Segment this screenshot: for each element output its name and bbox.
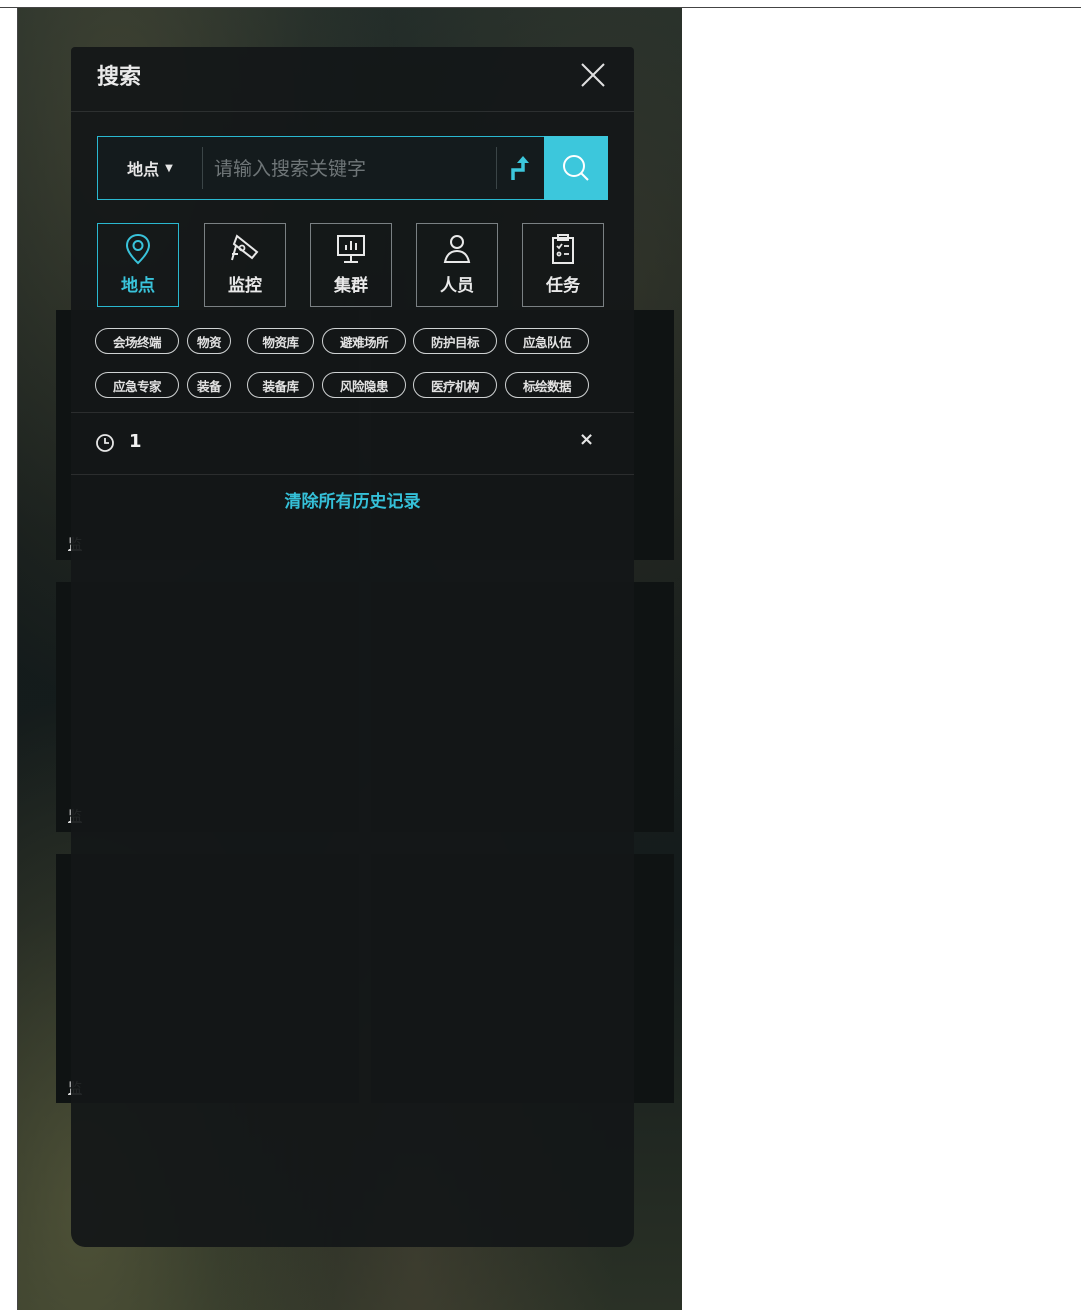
tag-equipment-depot[interactable]: 装备库 bbox=[247, 372, 314, 398]
camera-icon bbox=[231, 234, 259, 261]
history-item-text[interactable]: 1 bbox=[129, 431, 142, 452]
tag-plot-data[interactable]: 标绘数据 bbox=[505, 372, 589, 398]
search-type-label: 地点 bbox=[127, 160, 160, 179]
category-label: 集群 bbox=[334, 276, 368, 296]
close-icon bbox=[581, 63, 605, 87]
tag-emergency-expert[interactable]: 应急专家 bbox=[95, 372, 179, 398]
search-input[interactable] bbox=[212, 147, 496, 191]
tag-emergency-team[interactable]: 应急队伍 bbox=[505, 328, 589, 354]
category-label: 地点 bbox=[121, 276, 155, 296]
monitor-chart-icon bbox=[337, 235, 365, 263]
search-divider bbox=[202, 147, 203, 189]
tag-supplies[interactable]: 物资 bbox=[187, 328, 231, 354]
section-divider bbox=[71, 474, 634, 475]
tag-shelter[interactable]: 避难场所 bbox=[322, 328, 406, 354]
person-icon bbox=[443, 235, 471, 263]
delete-history-icon[interactable]: × bbox=[579, 429, 594, 450]
category-camera[interactable]: 监控 bbox=[204, 223, 286, 307]
header-divider bbox=[71, 111, 634, 112]
category-cluster[interactable]: 集群 bbox=[310, 223, 392, 307]
category-location[interactable]: 地点 bbox=[97, 223, 179, 307]
tag-equipment[interactable]: 装备 bbox=[187, 372, 231, 398]
category-person[interactable]: 人员 bbox=[416, 223, 498, 307]
search-button[interactable] bbox=[544, 136, 608, 200]
clear-history-link[interactable]: 清除所有历史记录 bbox=[71, 487, 634, 512]
close-button[interactable] bbox=[579, 61, 607, 89]
search-divider bbox=[496, 147, 497, 189]
tag-protection-target[interactable]: 防护目标 bbox=[413, 328, 497, 354]
search-panel: 搜索 地点 ▼ 请输入搜索关键字 地点 监控 集群 人员 任务 会场终端 物资 … bbox=[71, 47, 634, 1247]
clipboard-icon bbox=[552, 234, 574, 264]
tag-risk-hazard[interactable]: 风险隐患 bbox=[322, 372, 406, 398]
tag-supply-depot[interactable]: 物资库 bbox=[247, 328, 314, 354]
tag-meeting-terminal[interactable]: 会场终端 bbox=[95, 328, 179, 354]
search-type-dropdown[interactable]: 地点 ▼ bbox=[98, 137, 202, 199]
search-bar: 地点 ▼ bbox=[97, 136, 608, 200]
search-icon bbox=[563, 155, 589, 181]
category-label: 任务 bbox=[546, 276, 580, 296]
panel-title: 搜索 bbox=[97, 65, 142, 90]
caret-down-icon: ▼ bbox=[165, 162, 173, 174]
history-item[interactable]: 1 × bbox=[95, 429, 605, 459]
category-task[interactable]: 任务 bbox=[522, 223, 604, 307]
tag-medical-facility[interactable]: 医疗机构 bbox=[413, 372, 497, 398]
section-divider bbox=[71, 412, 634, 413]
route-button[interactable] bbox=[502, 149, 538, 187]
category-label: 监控 bbox=[228, 276, 262, 296]
location-pin-icon bbox=[125, 233, 151, 265]
category-label: 人员 bbox=[440, 276, 474, 296]
route-arrow-icon bbox=[511, 156, 529, 180]
clock-icon bbox=[96, 434, 114, 452]
